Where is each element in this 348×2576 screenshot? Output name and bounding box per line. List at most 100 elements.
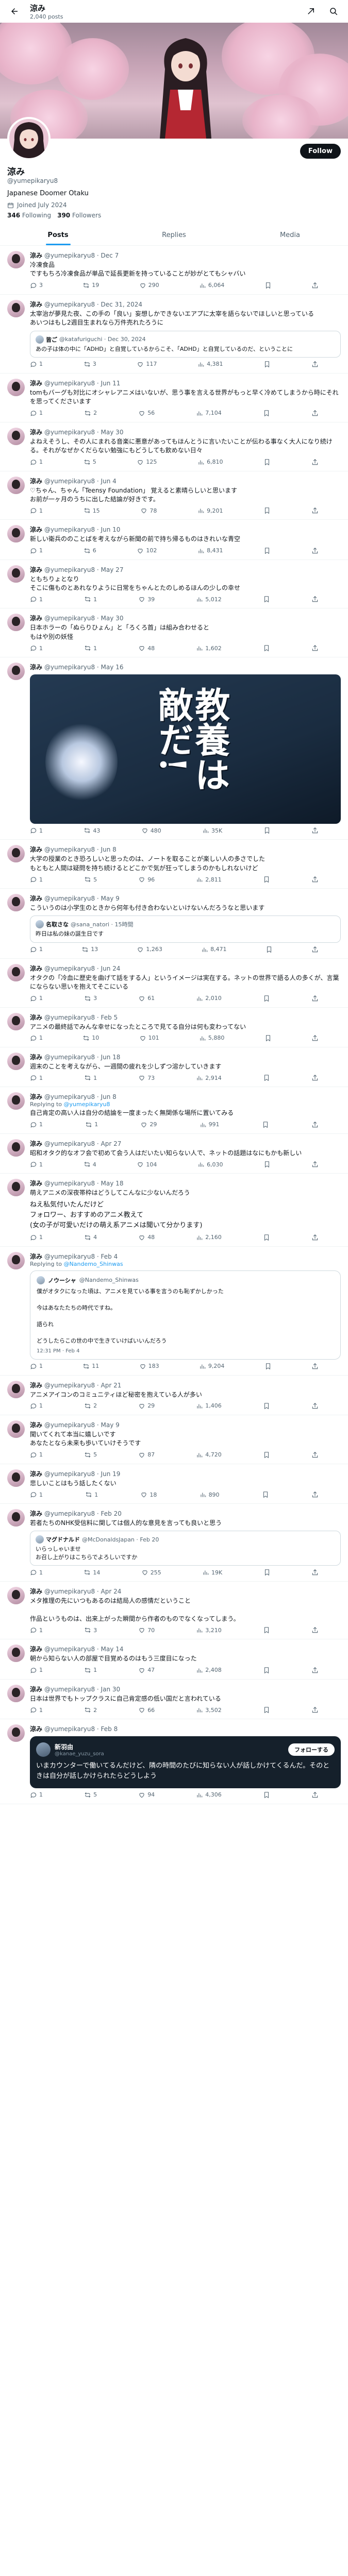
tweet-author-handle[interactable]: @yumepikaryu8 · May 9 bbox=[44, 1421, 120, 1429]
share-button[interactable] bbox=[311, 827, 319, 834]
bookmark-button[interactable] bbox=[264, 282, 272, 289]
tweet-avatar[interactable] bbox=[7, 251, 25, 268]
tweet-author-handle[interactable]: @yumepikaryu8 · May 14 bbox=[44, 1646, 123, 1653]
reply-button[interactable]: 1 bbox=[30, 1121, 43, 1128]
like-button[interactable]: 29 bbox=[140, 1121, 157, 1128]
tweet-author-handle[interactable]: @yumepikaryu8 · Jun 19 bbox=[44, 1470, 120, 1478]
like-button[interactable]: 48 bbox=[138, 645, 155, 652]
quoted-tweet[interactable]: 名取さな @sana_natori · 15時間 昨日は私の妹の誕生日です bbox=[30, 916, 341, 943]
share-button[interactable] bbox=[311, 1161, 319, 1168]
tweet[interactable]: 涼み @yumepikaryu8 · Jun 24 オタクの「冷血に歴史を曲げて話を… bbox=[0, 959, 348, 1008]
tweet-author-handle[interactable]: @yumepikaryu8 · Feb 5 bbox=[44, 1014, 118, 1021]
reply-button[interactable]: 1 bbox=[30, 1626, 43, 1634]
repost-button[interactable]: 1 bbox=[85, 1121, 98, 1128]
tweet-author-handle[interactable]: @yumepikaryu8 · Jun 24 bbox=[44, 965, 120, 972]
repost-button[interactable]: 1 bbox=[85, 1491, 98, 1498]
bookmark-button[interactable] bbox=[264, 1035, 272, 1042]
bookmark-button[interactable] bbox=[263, 1706, 270, 1714]
reply-button[interactable]: 1 bbox=[30, 946, 43, 953]
like-button[interactable]: 18 bbox=[140, 1491, 157, 1498]
bookmark-button[interactable] bbox=[263, 1791, 270, 1799]
tweet-avatar[interactable] bbox=[7, 1380, 25, 1398]
tweet[interactable]: 涼み @yumepikaryu8 · Jan 30 日本は世界でもトップクラスに自己… bbox=[0, 1680, 348, 1720]
like-button[interactable]: 96 bbox=[138, 876, 155, 883]
bookmark-button[interactable] bbox=[263, 361, 271, 368]
like-button[interactable]: 56 bbox=[138, 410, 155, 417]
bookmark-button[interactable] bbox=[263, 995, 270, 1002]
profile-avatar[interactable] bbox=[7, 117, 51, 160]
tweet-author-handle[interactable]: @yumepikaryu8 · Jun 8 bbox=[44, 846, 117, 853]
tweet[interactable]: 涼み @yumepikaryu8 · May 30 日本ホラーの「ぬらりひょん」と「… bbox=[0, 608, 348, 658]
tweet[interactable]: 涼み @yumepikaryu8 · May 27 ともちりょとなり そこに傷ものと… bbox=[0, 560, 348, 609]
reply-button[interactable]: 1 bbox=[30, 459, 43, 466]
tweet[interactable]: 涼み @yumepikaryu8 · Jun 10 新しい衛兵ののことばを考えながら… bbox=[0, 520, 348, 560]
share-button[interactable] bbox=[311, 1402, 319, 1410]
repost-button[interactable]: 1 bbox=[84, 1074, 97, 1081]
tweet-author-handle[interactable]: @yumepikaryu8 · Dec 7 bbox=[44, 252, 119, 259]
repost-button[interactable]: 2 bbox=[84, 1706, 97, 1714]
like-button[interactable]: 102 bbox=[137, 547, 157, 554]
views-button[interactable]: 5,880 bbox=[199, 1035, 224, 1042]
reply-button[interactable]: 1 bbox=[30, 547, 43, 554]
tweet-author-name[interactable]: 涼み bbox=[30, 1509, 42, 1518]
tweet-author-handle[interactable]: @yumepikaryu8 · Jun 8 bbox=[44, 1093, 117, 1100]
like-button[interactable]: 290 bbox=[139, 282, 159, 289]
bookmark-button[interactable] bbox=[263, 459, 271, 466]
tweet-avatar[interactable] bbox=[7, 1179, 25, 1197]
tweet-author-name[interactable]: 涼み bbox=[30, 379, 42, 387]
tweet-author-handle[interactable]: @yumepikaryu8 · Dec 31, 2024 bbox=[44, 301, 142, 308]
share-button[interactable] bbox=[311, 282, 319, 289]
reply-button[interactable]: 1 bbox=[30, 1234, 43, 1241]
bookmark-button[interactable] bbox=[263, 547, 271, 554]
repost-button[interactable]: 5 bbox=[84, 1451, 97, 1459]
tweet-author-handle[interactable]: @yumepikaryu8 · May 30 bbox=[44, 615, 123, 622]
share-button[interactable] bbox=[311, 1706, 319, 1714]
views-button[interactable]: 2,408 bbox=[196, 1667, 222, 1674]
views-button[interactable]: 2,010 bbox=[196, 995, 222, 1002]
tweet-author-handle[interactable]: @yumepikaryu8 · Feb 4 bbox=[44, 1253, 118, 1260]
views-button[interactable]: 890 bbox=[200, 1491, 220, 1498]
bookmark-button[interactable] bbox=[263, 507, 271, 514]
bookmark-button[interactable] bbox=[264, 1363, 272, 1370]
share-button[interactable] bbox=[311, 547, 319, 554]
tweet[interactable]: 涼み @yumepikaryu8 · May 30 よねえそうし、その人にまれる音楽… bbox=[0, 422, 348, 471]
views-button[interactable]: 5,012 bbox=[196, 596, 222, 603]
tweet-author-handle[interactable]: @yumepikaryu8 · Jun 4 bbox=[44, 478, 117, 485]
tweet-author-name[interactable]: 涼み bbox=[30, 428, 42, 436]
views-button[interactable]: 9,201 bbox=[197, 507, 223, 514]
share-button[interactable] bbox=[311, 1451, 319, 1459]
like-button[interactable]: 87 bbox=[138, 1451, 155, 1459]
views-button[interactable]: 6,030 bbox=[197, 1161, 223, 1168]
reply-button[interactable]: 1 bbox=[30, 1706, 43, 1714]
repost-button[interactable]: 5 bbox=[84, 1791, 97, 1799]
tweet-author-name[interactable]: 涼み bbox=[30, 1139, 42, 1148]
tweet[interactable]: 涼み @yumepikaryu8 · Apr 21 アニメアイコンのコミュニティほど… bbox=[0, 1376, 348, 1415]
reply-button[interactable]: 1 bbox=[30, 645, 43, 652]
tab-replies[interactable]: Replies bbox=[116, 225, 232, 245]
bookmark-button[interactable] bbox=[263, 1402, 270, 1410]
tweet[interactable]: 涼み @yumepikaryu8 · May 16 教養は敵だ! 1 43 480 35K bbox=[0, 657, 348, 840]
share-button[interactable] bbox=[311, 876, 319, 883]
tweet-avatar[interactable] bbox=[7, 1012, 25, 1030]
views-button[interactable]: 4,381 bbox=[197, 361, 223, 368]
grok-icon[interactable] bbox=[304, 4, 318, 19]
bookmark-button[interactable] bbox=[266, 946, 273, 953]
tab-media[interactable]: Media bbox=[232, 225, 348, 245]
repost-button[interactable]: 3 bbox=[84, 1626, 97, 1634]
views-button[interactable]: 6,064 bbox=[199, 282, 224, 289]
share-button[interactable] bbox=[311, 946, 319, 953]
tweet[interactable]: 涼み @yumepikaryu8 · Jun 11 tomもバーグも対比にオシャレア… bbox=[0, 374, 348, 422]
like-button[interactable]: 94 bbox=[138, 1791, 155, 1799]
repost-button[interactable]: 4 bbox=[84, 1161, 96, 1168]
tweet-author-name[interactable]: 涼み bbox=[30, 251, 42, 260]
dark-card-follow-button[interactable]: フォローする bbox=[288, 1743, 335, 1756]
views-button[interactable]: 2,160 bbox=[196, 1234, 222, 1241]
tweet-avatar[interactable] bbox=[7, 1684, 25, 1702]
like-button[interactable]: 70 bbox=[138, 1626, 155, 1634]
bookmark-button[interactable] bbox=[263, 410, 270, 417]
quoted-tweet[interactable]: マグドナルド @McDonaldsJapan · Feb 20 いらっしゃいませ お… bbox=[30, 1531, 341, 1566]
tweet-avatar[interactable] bbox=[7, 378, 25, 396]
tweet[interactable]: 涼み @yumepikaryu8 · Jun 8 大学の授業のとき恐ろしいと思ったの… bbox=[0, 840, 348, 889]
tweet-avatar[interactable] bbox=[7, 1092, 25, 1110]
tweet[interactable]: 涼み @yumepikaryu8 · May 14 朝から知らない人の部屋で目覚める… bbox=[0, 1639, 348, 1680]
